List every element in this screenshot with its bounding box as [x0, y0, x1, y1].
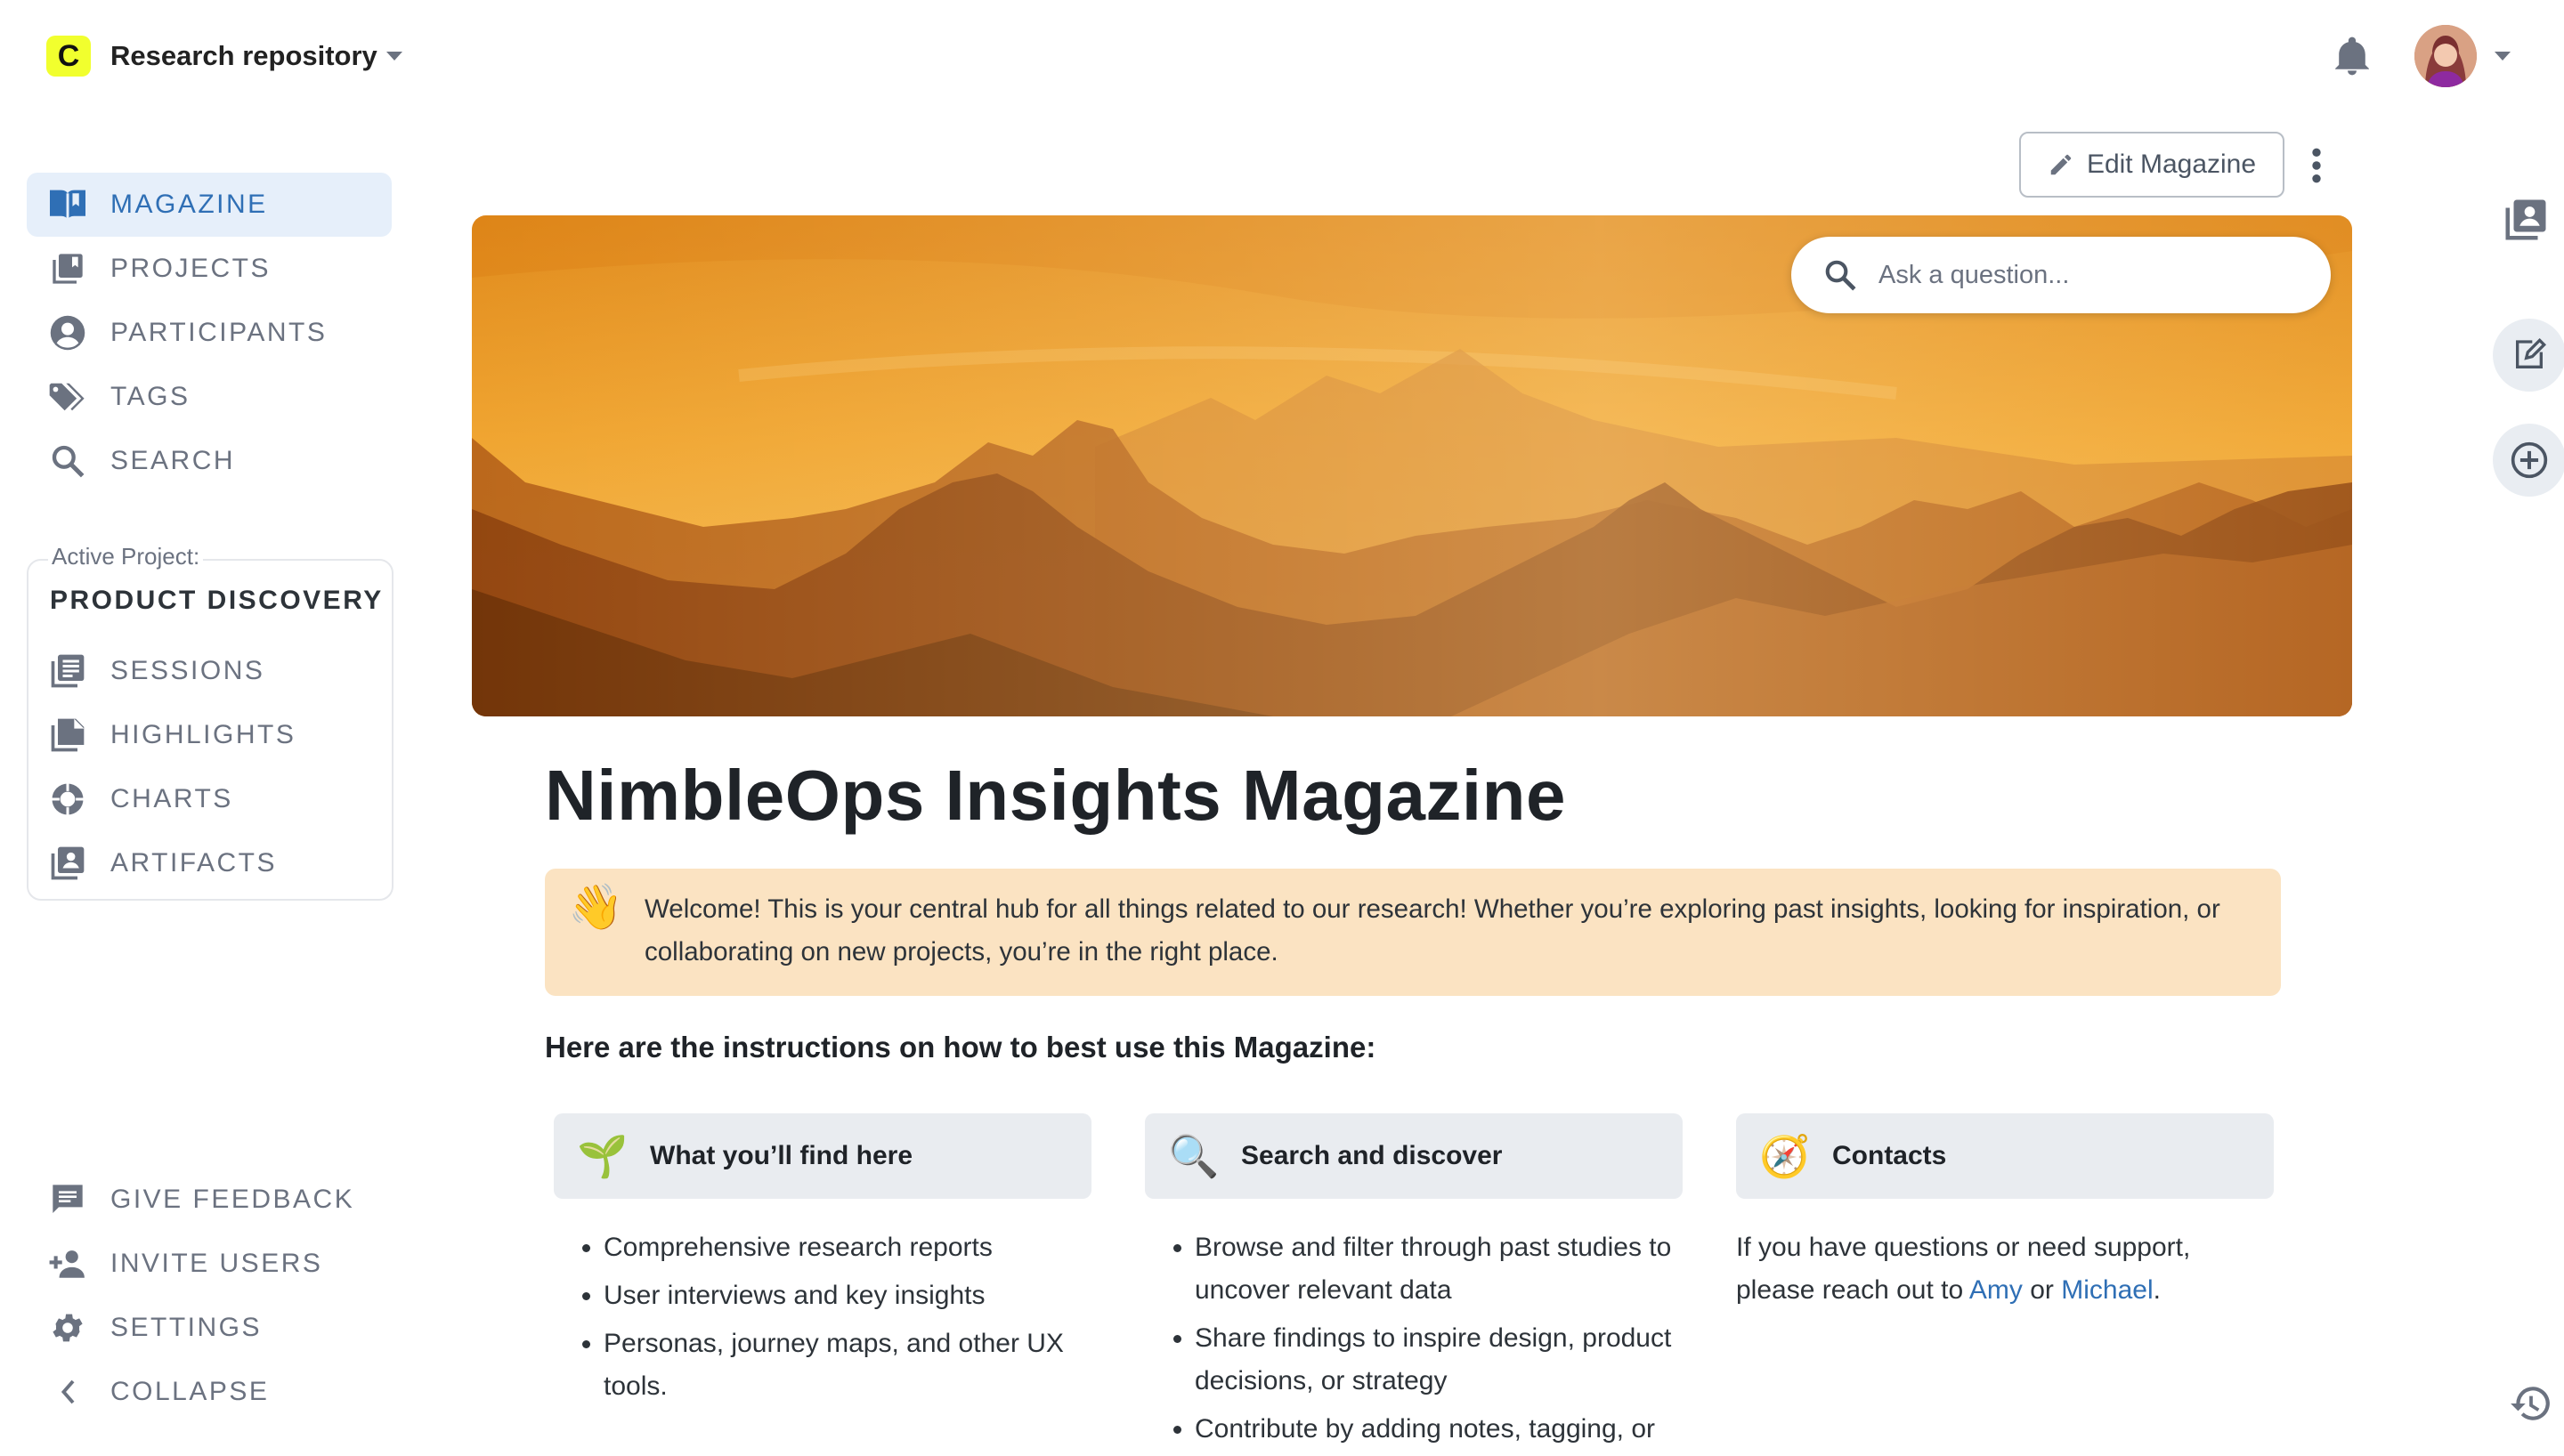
invite-user-icon [48, 1244, 87, 1283]
feedback-icon [48, 1180, 87, 1219]
card-header-search-and-discover: 🔍 Search and discover [1145, 1113, 1683, 1199]
sidebar-item-label: SESSIONS [110, 656, 265, 685]
sidebar-item-invite-users[interactable]: INVITE USERS [27, 1232, 392, 1296]
artifact-panel-icon[interactable] [2502, 196, 2550, 244]
sidebar-item-sessions[interactable]: SESSIONS [27, 639, 392, 703]
list-item: Browse and filter through past studies t… [1195, 1226, 1697, 1312]
gear-icon [48, 1308, 87, 1347]
highlights-icon [48, 716, 87, 755]
sidebar-item-label: GIVE FEEDBACK [110, 1185, 355, 1214]
welcome-callout: 👋 Welcome! This is your central hub for … [545, 869, 2281, 996]
sidebar-item-highlights[interactable]: HIGHLIGHTS [27, 703, 392, 767]
ask-question-search[interactable] [1791, 237, 2331, 313]
sidebar-item-label: ARTIFACTS [110, 848, 277, 878]
sidebar-item-artifacts[interactable]: ARTIFACTS [27, 831, 392, 895]
chevron-left-icon [48, 1372, 87, 1412]
sidebar-item-label: SETTINGS [110, 1313, 263, 1342]
card-body-contacts: If you have questions or need support, p… [1736, 1226, 2235, 1312]
card-header-what-youll-find: 🌱 What you’ll find here [554, 1113, 1091, 1199]
list-item: Contribute by adding notes, tagging, or [1195, 1408, 1697, 1451]
sidebar-item-label: SEARCH [110, 446, 236, 475]
more-options-icon[interactable] [2304, 146, 2329, 185]
page-title: NimbleOps Insights Magazine [545, 756, 1567, 835]
chevron-down-icon [385, 52, 402, 61]
avatar-menu-chevron-icon[interactable] [2495, 52, 2511, 61]
card-heading: Search and discover [1241, 1141, 1503, 1170]
contact-link-michael[interactable]: Michael [2061, 1275, 2153, 1305]
chart-icon [48, 780, 87, 819]
sidebar-item-label: PROJECTS [110, 254, 272, 283]
workspace-name: Research repository [110, 40, 377, 71]
sidebar-item-label: HIGHLIGHTS [110, 720, 296, 749]
sidebar-item-participants[interactable]: PARTICIPANTS [27, 301, 392, 365]
tag-icon [48, 377, 87, 417]
seedling-icon: 🌱 [577, 1132, 629, 1179]
add-button[interactable] [2493, 424, 2564, 497]
new-note-button[interactable] [2493, 319, 2564, 392]
sidebar-item-settings[interactable]: SETTINGS [27, 1296, 392, 1360]
list-item: Comprehensive research reports [604, 1226, 1097, 1269]
card-body-what-youll-find: Comprehensive research reports User inte… [545, 1226, 1097, 1413]
search-icon [48, 441, 87, 481]
sidebar-item-label: MAGAZINE [110, 190, 268, 219]
participant-icon [48, 313, 87, 352]
contact-link-amy[interactable]: Amy [1969, 1275, 2023, 1305]
sidebar-item-collapse[interactable]: COLLAPSE [27, 1360, 392, 1424]
list-item: User interviews and key insights [604, 1274, 1097, 1317]
card-header-contacts: 🧭 Contacts [1736, 1113, 2274, 1199]
list-item: Share findings to inspire design, produc… [1195, 1317, 1697, 1403]
plus-circle-icon [2511, 441, 2548, 479]
sidebar-item-label: TAGS [110, 382, 191, 411]
compass-icon: 🧭 [1759, 1132, 1811, 1179]
waving-hand-icon: 👋 [568, 882, 624, 932]
workspace-switcher[interactable]: Research repository [110, 34, 402, 78]
sessions-icon [48, 651, 87, 691]
artifact-icon [48, 844, 87, 883]
bell-icon[interactable] [2334, 36, 2370, 77]
edit-note-icon [2516, 337, 2547, 368]
card-heading: Contacts [1832, 1141, 1947, 1170]
search-icon [1825, 260, 1856, 291]
sidebar-item-projects[interactable]: PROJECTS [27, 237, 392, 301]
avatar[interactable] [2414, 25, 2477, 87]
list-item: Personas, journey maps, and other UX too… [604, 1323, 1097, 1408]
contacts-text: If you have questions or need support, p… [1736, 1233, 2191, 1305]
pencil-icon [2050, 154, 2072, 175]
sidebar-item-charts[interactable]: CHARTS [27, 767, 392, 831]
sidebar-item-label: COLLAPSE [110, 1377, 270, 1406]
sidebar-item-give-feedback[interactable]: GIVE FEEDBACK [27, 1168, 392, 1232]
magnifier-icon: 🔍 [1168, 1132, 1220, 1179]
edit-magazine-label: Edit Magazine [2086, 150, 2257, 179]
ask-question-input[interactable] [1877, 259, 2290, 291]
sidebar-item-label: INVITE USERS [110, 1249, 323, 1278]
active-project-caption: Active Project: [48, 543, 204, 570]
welcome-text: Welcome! This is your central hub for al… [645, 894, 2220, 967]
active-project-name[interactable]: PRODUCT DISCOVERY [50, 586, 384, 616]
sidebar-item-tags[interactable]: TAGS [27, 365, 392, 429]
instructions-heading: Here are the instructions on how to best… [545, 1031, 1376, 1064]
sidebar-item-label: CHARTS [110, 784, 233, 813]
card-heading: What you’ll find here [650, 1141, 913, 1170]
sidebar-item-label: PARTICIPANTS [110, 318, 328, 347]
history-icon[interactable] [2509, 1381, 2553, 1426]
edit-magazine-button[interactable]: Edit Magazine [2019, 132, 2284, 198]
sidebar-item-search[interactable]: SEARCH [27, 429, 392, 493]
app-logo[interactable]: C [46, 36, 91, 77]
projects-icon [48, 249, 87, 288]
card-body-search-and-discover: Browse and filter through past studies t… [1136, 1226, 1697, 1456]
book-open-icon [48, 185, 87, 224]
sidebar-item-magazine[interactable]: MAGAZINE [27, 173, 392, 237]
